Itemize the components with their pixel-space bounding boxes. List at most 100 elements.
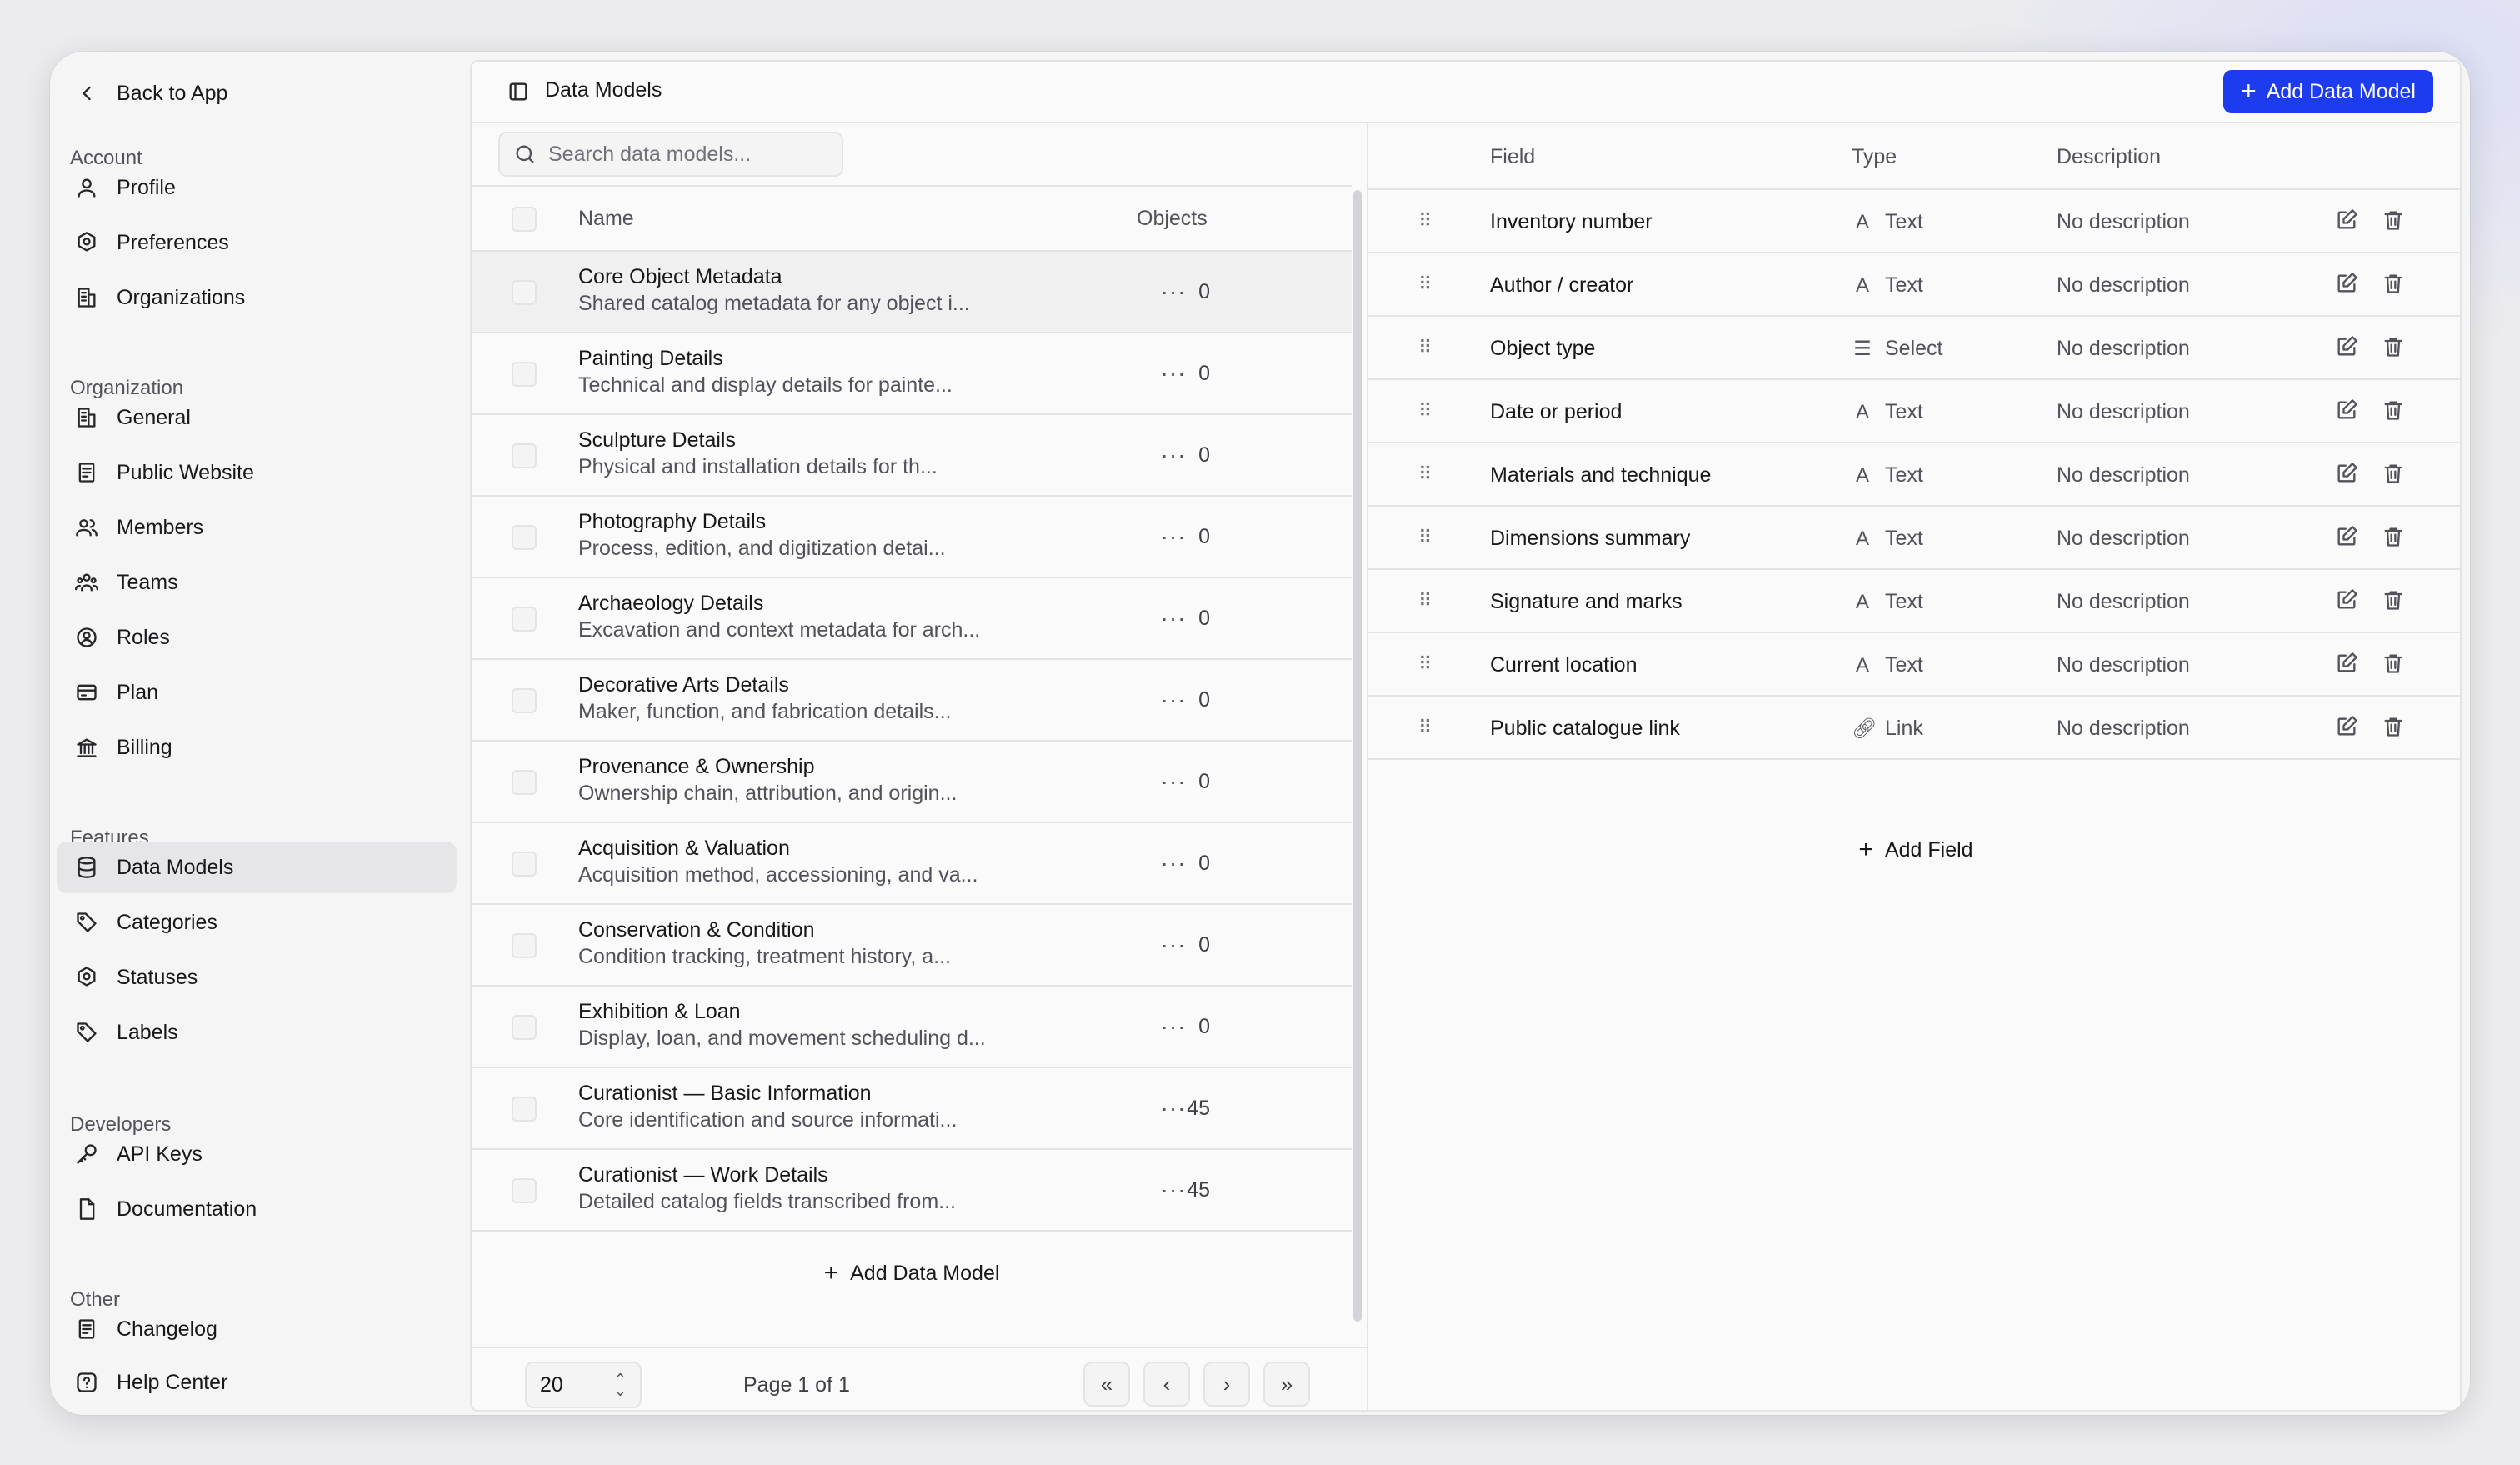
table-row[interactable]: Decorative Arts Details Maker, function,… bbox=[472, 660, 1352, 742]
row-checkbox[interactable] bbox=[512, 1097, 537, 1122]
sidebar-item-statuses[interactable]: Statuses bbox=[57, 952, 457, 1003]
row-checkbox[interactable] bbox=[512, 362, 537, 387]
field-row[interactable]: ⠿ Materials and technique A Text No descr… bbox=[1368, 443, 2460, 507]
field-row[interactable]: ⠿ Object type ☰ Select No description bbox=[1368, 317, 2460, 380]
more-options-icon[interactable]: ··· bbox=[1157, 765, 1190, 798]
field-row[interactable]: ⠿ Date or period A Text No description bbox=[1368, 380, 2460, 443]
row-checkbox[interactable] bbox=[512, 1178, 537, 1203]
trash-icon[interactable] bbox=[2382, 525, 2405, 548]
more-options-icon[interactable]: ··· bbox=[1157, 520, 1190, 553]
row-checkbox[interactable] bbox=[512, 525, 537, 550]
sidebar-item-profile[interactable]: Profile bbox=[57, 162, 457, 213]
more-options-icon[interactable]: ··· bbox=[1157, 1010, 1190, 1043]
select-all-checkbox[interactable] bbox=[512, 207, 537, 232]
add-field-button[interactable]: + Add Field bbox=[1368, 825, 2460, 875]
drag-handle-icon[interactable]: ⠿ bbox=[1418, 400, 1432, 422]
drag-handle-icon[interactable]: ⠿ bbox=[1418, 463, 1432, 485]
sidebar-item-billing[interactable]: Billing bbox=[57, 722, 457, 773]
table-row[interactable]: Core Object Metadata Shared catalog meta… bbox=[472, 252, 1352, 333]
row-checkbox[interactable] bbox=[512, 607, 537, 632]
first-page-button[interactable]: « bbox=[1083, 1362, 1130, 1407]
add-data-model-button[interactable]: + Add Data Model bbox=[2223, 70, 2433, 113]
table-row[interactable]: Provenance & Ownership Ownership chain, … bbox=[472, 742, 1352, 823]
drag-handle-icon[interactable]: ⠿ bbox=[1418, 527, 1432, 548]
drag-handle-icon[interactable]: ⠿ bbox=[1418, 653, 1432, 675]
field-row[interactable]: ⠿ Author / creator A Text No description bbox=[1368, 253, 2460, 317]
table-row[interactable]: Painting Details Technical and display d… bbox=[472, 333, 1352, 415]
more-options-icon[interactable]: ··· bbox=[1157, 1092, 1190, 1125]
table-row[interactable]: Conservation & Condition Condition track… bbox=[472, 905, 1352, 987]
previous-page-button[interactable]: ‹ bbox=[1143, 1362, 1190, 1407]
more-options-icon[interactable]: ··· bbox=[1157, 275, 1190, 308]
table-row[interactable]: Photography Details Process, edition, an… bbox=[472, 497, 1352, 578]
field-row[interactable]: ⠿ Inventory number A Text No description bbox=[1368, 190, 2460, 253]
sidebar-item-data-models[interactable]: Data Models bbox=[57, 842, 457, 893]
sidebar-item-api-keys[interactable]: API Keys bbox=[57, 1128, 457, 1180]
trash-icon[interactable] bbox=[2382, 462, 2405, 485]
sidebar-item-documentation[interactable]: Documentation bbox=[57, 1183, 457, 1235]
row-checkbox[interactable] bbox=[512, 770, 537, 795]
sidebar-toggle-icon[interactable] bbox=[507, 80, 530, 103]
more-options-icon[interactable]: ··· bbox=[1157, 928, 1190, 962]
row-checkbox[interactable] bbox=[512, 852, 537, 877]
table-row[interactable]: Sculpture Details Physical and installat… bbox=[472, 415, 1352, 497]
edit-icon[interactable] bbox=[2335, 525, 2358, 548]
trash-icon[interactable] bbox=[2382, 208, 2405, 232]
sidebar-item-teams[interactable]: Teams bbox=[57, 557, 457, 608]
row-checkbox[interactable] bbox=[512, 1015, 537, 1040]
row-checkbox[interactable] bbox=[512, 280, 537, 305]
sidebar-item-changelog[interactable]: Changelog bbox=[57, 1303, 457, 1355]
row-checkbox[interactable] bbox=[512, 688, 537, 713]
sidebar-item-general[interactable]: General bbox=[57, 392, 457, 443]
sidebar-item-preferences[interactable]: Preferences bbox=[57, 217, 457, 268]
field-row[interactable]: ⠿ Public catalogue link 🔗︎ Link No descri… bbox=[1368, 697, 2460, 760]
last-page-button[interactable]: » bbox=[1263, 1362, 1310, 1407]
edit-icon[interactable] bbox=[2335, 208, 2358, 232]
more-options-icon[interactable]: ··· bbox=[1157, 1173, 1190, 1207]
row-checkbox[interactable] bbox=[512, 443, 537, 468]
edit-icon[interactable] bbox=[2335, 398, 2358, 422]
trash-icon[interactable] bbox=[2382, 588, 2405, 612]
trash-icon[interactable] bbox=[2382, 398, 2405, 422]
sidebar-item-public-website[interactable]: Public Website bbox=[57, 447, 457, 498]
drag-handle-icon[interactable]: ⠿ bbox=[1418, 717, 1432, 738]
trash-icon[interactable] bbox=[2382, 715, 2405, 738]
search-input[interactable] bbox=[548, 142, 842, 167]
drag-handle-icon[interactable]: ⠿ bbox=[1418, 590, 1432, 612]
edit-icon[interactable] bbox=[2335, 652, 2358, 675]
trash-icon[interactable] bbox=[2382, 272, 2405, 295]
row-checkbox[interactable] bbox=[512, 933, 537, 958]
table-row[interactable]: Archaeology Details Excavation and conte… bbox=[472, 578, 1352, 660]
more-options-icon[interactable]: ··· bbox=[1157, 602, 1190, 635]
search-box[interactable] bbox=[498, 132, 843, 177]
table-row[interactable]: Exhibition & Loan Display, loan, and mov… bbox=[472, 987, 1352, 1068]
drag-handle-icon[interactable]: ⠿ bbox=[1418, 273, 1432, 295]
more-options-icon[interactable]: ··· bbox=[1157, 683, 1190, 717]
more-options-icon[interactable]: ··· bbox=[1157, 847, 1190, 880]
edit-icon[interactable] bbox=[2335, 715, 2358, 738]
table-row[interactable]: Curationist — Basic Information Core ide… bbox=[472, 1068, 1352, 1150]
drag-handle-icon[interactable]: ⠿ bbox=[1418, 210, 1432, 232]
table-row[interactable]: Acquisition & Valuation Acquisition meth… bbox=[472, 823, 1352, 905]
sidebar-item-roles[interactable]: Roles bbox=[57, 612, 457, 663]
table-row[interactable]: Curationist — Work Details Detailed cata… bbox=[472, 1150, 1352, 1232]
trash-icon[interactable] bbox=[2382, 652, 2405, 675]
drag-handle-icon[interactable]: ⠿ bbox=[1418, 337, 1432, 358]
sidebar-item-organizations[interactable]: Organizations bbox=[57, 272, 457, 323]
sidebar-item-plan[interactable]: Plan bbox=[57, 667, 457, 718]
back-to-app-link[interactable]: Back to App bbox=[70, 68, 437, 118]
field-row[interactable]: ⠿ Current location A Text No description bbox=[1368, 633, 2460, 697]
add-data-model-row-button[interactable]: + Add Data Model bbox=[472, 1240, 1352, 1307]
edit-icon[interactable] bbox=[2335, 462, 2358, 485]
list-scrollbar[interactable] bbox=[1352, 187, 1363, 1325]
more-options-icon[interactable]: ··· bbox=[1157, 357, 1190, 390]
sidebar-item-help-center[interactable]: Help Center bbox=[57, 1357, 457, 1408]
field-row[interactable]: ⠿ Signature and marks A Text No descripti… bbox=[1368, 570, 2460, 633]
trash-icon[interactable] bbox=[2382, 335, 2405, 358]
scrollbar-thumb[interactable] bbox=[1353, 190, 1362, 1322]
next-page-button[interactable]: › bbox=[1203, 1362, 1250, 1407]
field-row[interactable]: ⠿ Dimensions summary A Text No descriptio… bbox=[1368, 507, 2460, 570]
edit-icon[interactable] bbox=[2335, 588, 2358, 612]
sidebar-item-members[interactable]: Members bbox=[57, 502, 457, 553]
edit-icon[interactable] bbox=[2335, 272, 2358, 295]
